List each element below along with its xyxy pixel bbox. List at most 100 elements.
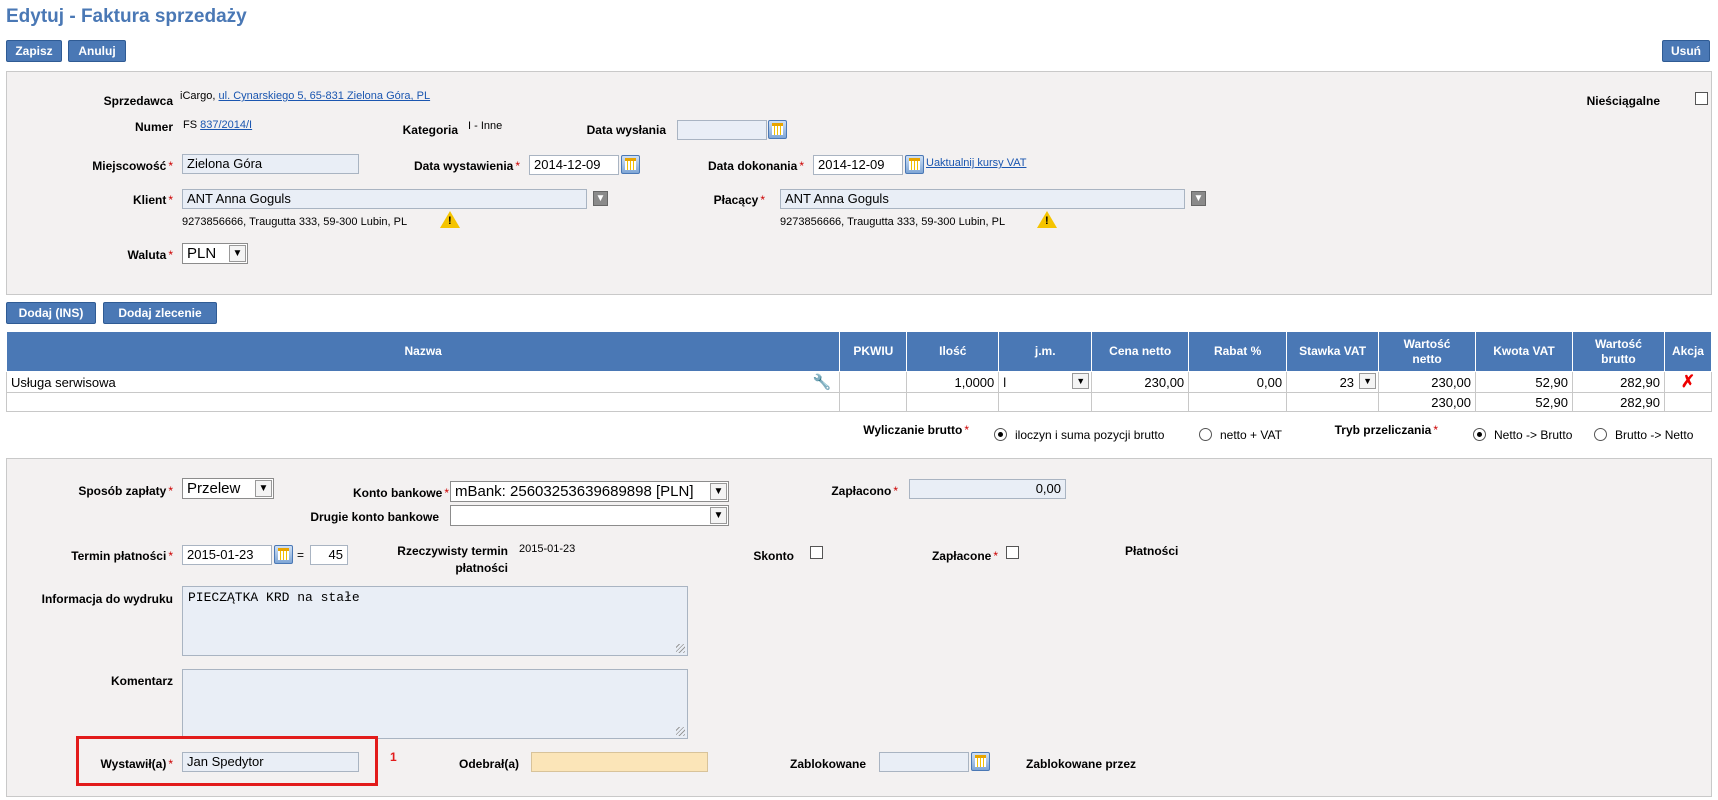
delete-button[interactable]: Usuń bbox=[1662, 40, 1710, 62]
payer-details: 9273856666, Traugutta 333, 59-300 Lubin,… bbox=[780, 216, 1006, 228]
client-label: Klient * bbox=[132, 193, 173, 207]
item-gross-cell: 282,90 bbox=[1571, 371, 1665, 393]
column-header: Rabat % bbox=[1188, 331, 1288, 372]
payment-method-label: Sposób zapłaty * bbox=[78, 484, 173, 498]
payer-dropdown-icon[interactable]: ▼ bbox=[1191, 191, 1206, 206]
due-days-input[interactable]: 45 bbox=[310, 545, 348, 565]
receiver-input[interactable] bbox=[531, 752, 708, 772]
currency-label: Waluta * bbox=[127, 248, 173, 262]
bank-account-select[interactable]: mBank: 25603253639689898 [PLN] ▼ bbox=[450, 481, 729, 502]
chevron-down-icon[interactable]: ▼ bbox=[1072, 373, 1090, 389]
category-value: I - Inne bbox=[468, 120, 503, 132]
chevron-down-icon[interactable]: ▼ bbox=[1359, 373, 1377, 389]
actual-due-label-2: płatności bbox=[455, 561, 508, 575]
header-panel bbox=[6, 71, 1712, 295]
comment-label: Komentarz bbox=[110, 674, 173, 688]
delete-row-icon[interactable]: ✗ bbox=[1663, 371, 1713, 393]
chevron-down-icon: ▼ bbox=[255, 480, 272, 497]
discount-label: Skonto bbox=[753, 549, 794, 563]
locked-by-label: Zablokowane przez bbox=[1026, 757, 1137, 771]
column-header: Nazwa bbox=[5, 331, 841, 372]
add-item-button[interactable]: Dodaj (INS) bbox=[6, 302, 96, 324]
payer-warning-icon: ! bbox=[1037, 211, 1057, 228]
uncollectible-checkbox[interactable] bbox=[1695, 92, 1708, 105]
client-input[interactable]: ANT Anna Goguls bbox=[182, 189, 587, 209]
receiver-label: Odebrał(a) bbox=[458, 757, 519, 771]
chevron-down-icon: ▼ bbox=[710, 483, 727, 500]
total-gross: 282,90 bbox=[1571, 392, 1665, 412]
number-link[interactable]: 837/2014/I bbox=[200, 119, 252, 131]
opt-net-vat-label: netto + VAT bbox=[1220, 428, 1282, 442]
chevron-down-icon: ▼ bbox=[229, 245, 246, 262]
send-date-calendar-icon[interactable] bbox=[768, 120, 787, 139]
opt-gross-net-label: Brutto -> Netto bbox=[1615, 428, 1694, 442]
item-name-cell[interactable]: Usługa serwisowa 🔧 bbox=[5, 371, 841, 393]
item-qty-cell[interactable]: 1,0000 bbox=[906, 371, 1000, 393]
radio-net-gross[interactable] bbox=[1473, 428, 1486, 441]
highlight-box bbox=[76, 736, 378, 786]
wrench-icon[interactable]: 🔧 bbox=[813, 373, 832, 391]
paid-amount-label: Zapłacono * bbox=[831, 484, 898, 498]
resize-handle-icon[interactable] bbox=[676, 644, 685, 653]
comment-textarea[interactable] bbox=[182, 669, 688, 739]
totals-row: 230,00 52,90 282,90 bbox=[5, 392, 1713, 412]
client-dropdown-icon[interactable]: ▼ bbox=[593, 191, 608, 206]
payment-method-select[interactable]: Przelew ▼ bbox=[182, 478, 274, 499]
actual-due-label-1: Rzeczywisty termin bbox=[397, 544, 508, 558]
add-order-button[interactable]: Dodaj zlecenie bbox=[103, 302, 217, 324]
column-header: Ilość bbox=[906, 331, 1000, 372]
completion-date-label: Data dokonania * bbox=[707, 159, 804, 173]
item-vat-rate-cell[interactable]: 23 ▼ bbox=[1286, 371, 1380, 393]
opt-net-gross-label: Netto -> Brutto bbox=[1494, 428, 1573, 442]
completion-date-input[interactable]: 2014-12-09 bbox=[813, 155, 903, 175]
print-info-textarea[interactable]: PIECZĄTKA KRD na stałe bbox=[182, 586, 688, 656]
resize-handle-icon[interactable] bbox=[676, 727, 685, 736]
update-vat-link[interactable]: Uaktualnij kursy VAT bbox=[926, 157, 1026, 169]
send-date-input[interactable] bbox=[677, 120, 767, 140]
discount-checkbox[interactable] bbox=[810, 546, 823, 559]
paid-flag-label: Zapłacone * bbox=[931, 549, 998, 563]
table-row[interactable]: Usługa serwisowa 🔧 1,0000 l ▼ 230,00 0,00 … bbox=[5, 371, 1713, 393]
cancel-button[interactable]: Anuluj bbox=[68, 40, 126, 62]
currency-select[interactable]: PLN ▼ bbox=[182, 243, 248, 264]
radio-gross-net[interactable] bbox=[1594, 428, 1607, 441]
city-input[interactable]: Zielona Góra bbox=[182, 154, 359, 174]
radio-product-sum[interactable] bbox=[994, 428, 1007, 441]
issue-date-input[interactable]: 2014-12-09 bbox=[529, 155, 619, 175]
item-price-cell[interactable]: 230,00 bbox=[1091, 371, 1190, 393]
paid-amount-input[interactable]: 0,00 bbox=[909, 479, 1066, 499]
item-pkwiu-cell[interactable] bbox=[839, 371, 908, 393]
locked-input[interactable] bbox=[879, 752, 969, 772]
completion-date-calendar-icon[interactable] bbox=[905, 155, 924, 174]
column-header: Kwota VAT bbox=[1475, 331, 1573, 372]
column-header: Wartość brutto bbox=[1571, 331, 1665, 372]
total-net: 230,00 bbox=[1378, 392, 1477, 412]
item-net-cell: 230,00 bbox=[1378, 371, 1477, 393]
radio-net-vat[interactable] bbox=[1199, 428, 1212, 441]
seller-address-link[interactable]: ul. Cynarskiego 5, 65-831 Zielona Góra, … bbox=[219, 90, 431, 102]
second-bank-select[interactable]: ▼ bbox=[450, 505, 729, 526]
currency-value: PLN bbox=[187, 245, 217, 262]
column-header: j.m. bbox=[998, 331, 1093, 372]
second-bank-label: Drugie konto bankowe bbox=[310, 510, 439, 524]
issue-date-label: Data wystawienia * bbox=[413, 159, 520, 173]
item-unit-cell[interactable]: l ▼ bbox=[998, 371, 1093, 393]
issue-date-calendar-icon[interactable] bbox=[621, 155, 640, 174]
payer-input[interactable]: ANT Anna Goguls bbox=[780, 189, 1185, 209]
due-date-calendar-icon[interactable] bbox=[274, 545, 293, 564]
number-prefix: FS bbox=[183, 119, 198, 131]
number-label: Numer bbox=[134, 120, 173, 134]
city-label: Miejscowość * bbox=[92, 159, 173, 173]
column-header: Cena netto bbox=[1091, 331, 1190, 372]
chevron-down-icon: ▼ bbox=[710, 507, 727, 524]
due-equals: = bbox=[297, 548, 305, 562]
save-button[interactable]: Zapisz bbox=[6, 40, 62, 62]
due-date-input[interactable]: 2015-01-23 bbox=[182, 545, 272, 565]
locked-calendar-icon[interactable] bbox=[971, 752, 990, 771]
category-label: Kategoria bbox=[402, 123, 458, 137]
due-date-label: Termin płatności * bbox=[71, 549, 173, 563]
paid-flag-checkbox[interactable] bbox=[1006, 546, 1019, 559]
items-table: Nazwa PKWIU Ilość j.m. Cena netto Rabat … bbox=[5, 331, 1713, 412]
item-discount-cell[interactable]: 0,00 bbox=[1188, 371, 1288, 393]
payment-method-value: Przelew bbox=[187, 480, 241, 497]
